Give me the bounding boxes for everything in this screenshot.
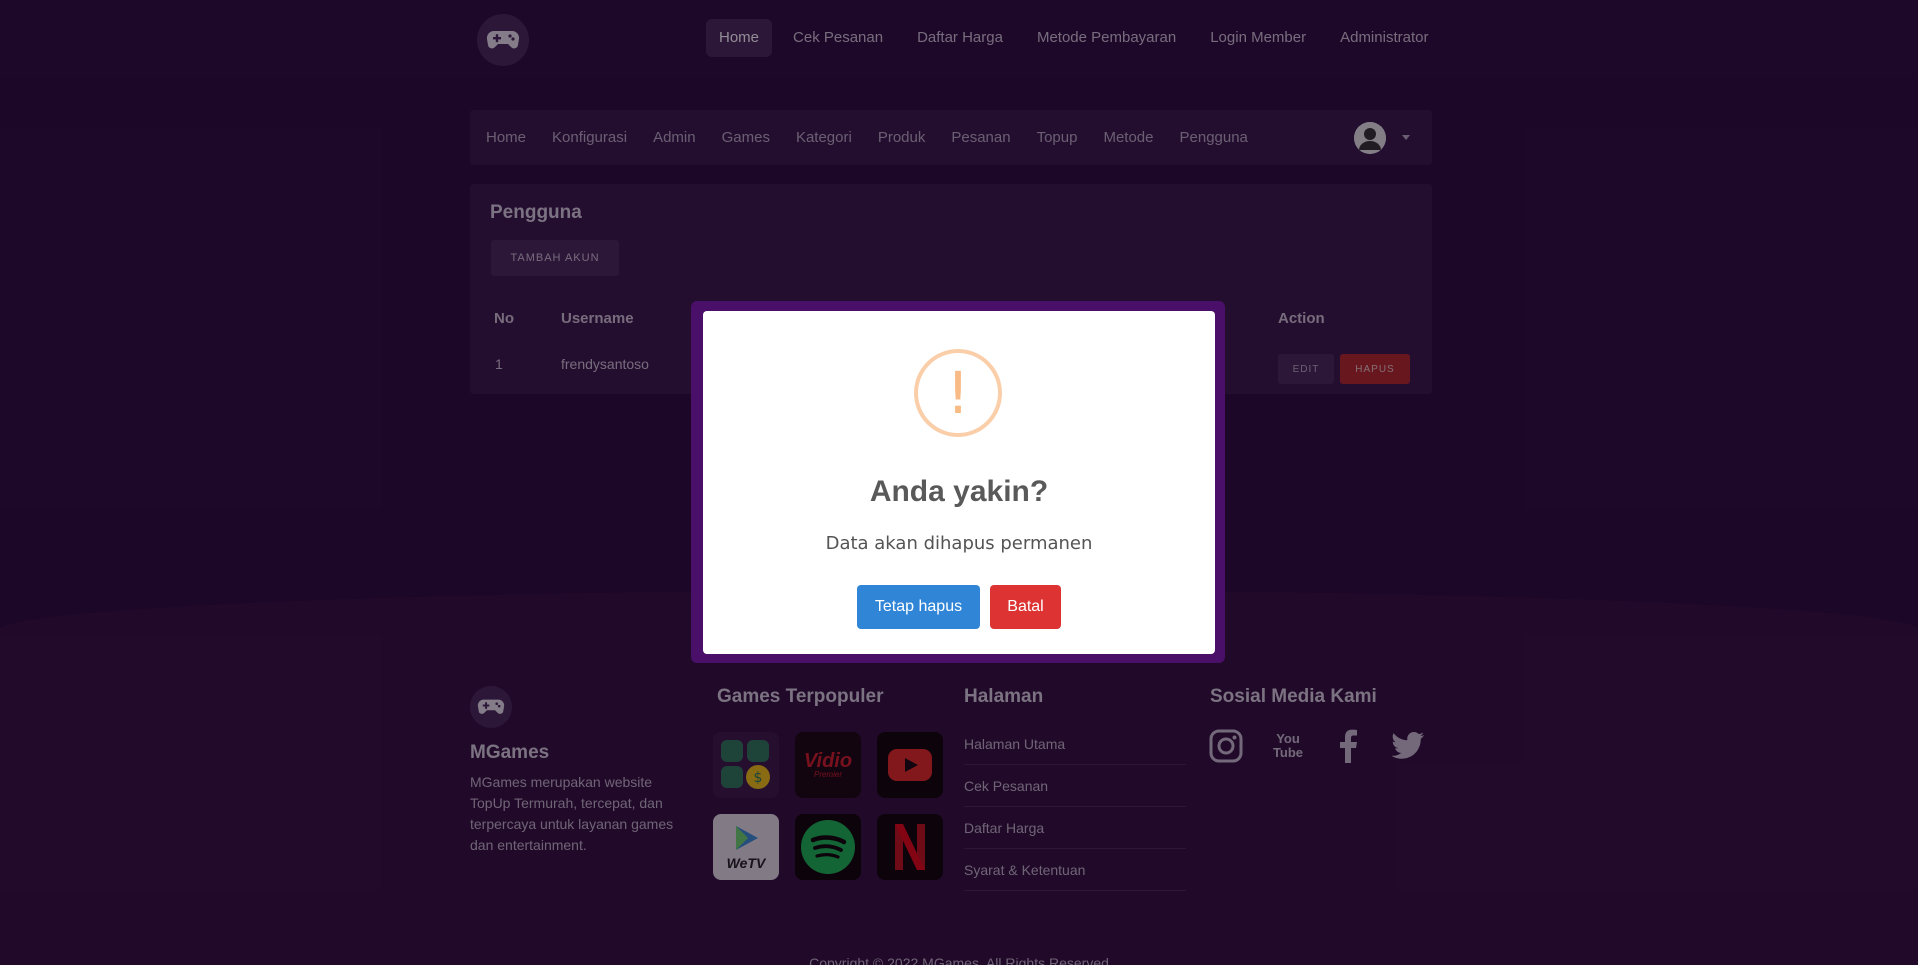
warning-icon-glyph: ! xyxy=(946,359,970,427)
dialog-title: Anda yakin? xyxy=(869,475,1049,508)
cancel-button[interactable]: Batal xyxy=(990,585,1061,629)
confirm-delete-button[interactable]: Tetap hapus xyxy=(857,585,980,629)
confirm-dialog: ! Anda yakin? Data akan dihapus permanen… xyxy=(703,311,1215,654)
dialog-text: Data akan dihapus permanen xyxy=(825,533,1093,554)
warning-icon: ! xyxy=(914,349,1002,437)
